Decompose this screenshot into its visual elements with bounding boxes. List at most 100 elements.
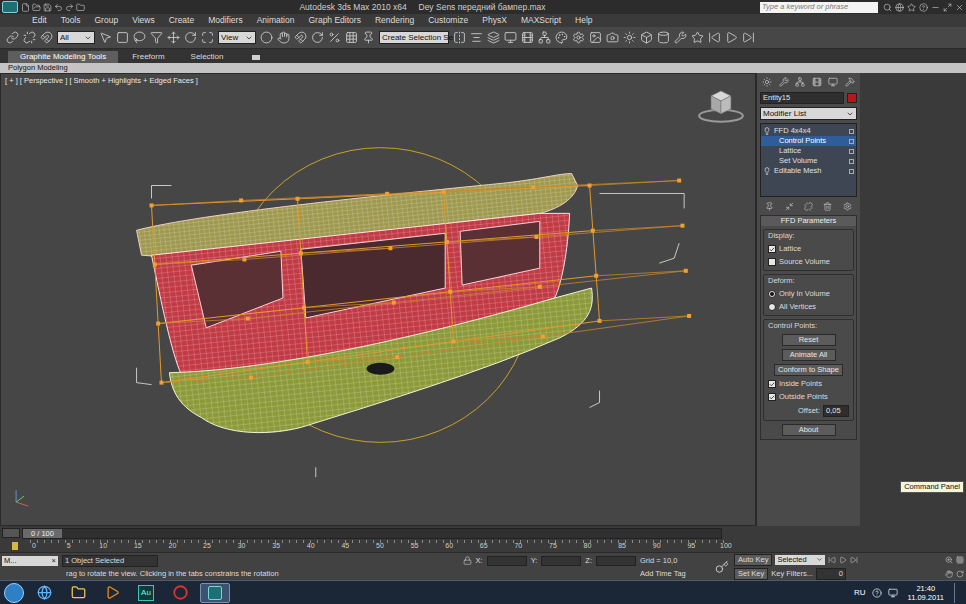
menu-item[interactable]: Animation (257, 15, 295, 26)
curve-editor-icon[interactable] (521, 31, 534, 44)
time-slider-thumb[interactable]: 0 / 100 (23, 529, 62, 538)
mini-curve-editor-icon[interactable] (2, 528, 20, 538)
taskbar-app[interactable] (166, 583, 194, 603)
modifier-stack-item[interactable]: FFD 4x4x4 (761, 126, 856, 136)
orbit-icon[interactable] (956, 570, 964, 578)
time-slider-track[interactable]: 0 / 100 (22, 528, 722, 539)
maxscript-mini-listener[interactable]: M...× (2, 556, 58, 566)
ribbon-toggle-icon[interactable] (504, 31, 517, 44)
set-key-button[interactable]: Set Key (734, 568, 768, 580)
checkbox[interactable] (768, 393, 776, 401)
play-animation-icon[interactable] (839, 556, 847, 564)
show-end-result-icon[interactable] (785, 202, 794, 211)
control-point[interactable] (299, 251, 303, 255)
control-point[interactable] (445, 240, 449, 244)
control-points-option[interactable]: Outside Points (768, 392, 849, 402)
menu-item[interactable]: PhysX (482, 15, 507, 26)
cloth-icon[interactable] (657, 31, 670, 44)
menu-item[interactable]: MAXScript (521, 15, 561, 26)
set-key-icon[interactable] (715, 560, 729, 574)
schematic-view-icon[interactable] (538, 31, 551, 44)
display-option[interactable]: Lattice (768, 244, 849, 254)
add-time-tag[interactable]: Add Time Tag (640, 569, 710, 579)
project-folder-icon[interactable] (76, 3, 85, 12)
control-point[interactable] (150, 203, 154, 207)
control-point[interactable] (385, 192, 389, 196)
control-point[interactable] (531, 185, 535, 189)
viewcube-icon[interactable] (699, 91, 743, 122)
edit-named-selection-icon[interactable] (362, 31, 375, 44)
radio-option[interactable]: Only In Volume (768, 289, 849, 299)
menu-item[interactable]: Modifiers (208, 15, 242, 26)
control-point[interactable] (159, 381, 163, 385)
control-point[interactable] (687, 314, 691, 318)
menu-item[interactable]: Rendering (375, 15, 414, 26)
taskbar-app[interactable] (30, 583, 58, 603)
control-point[interactable] (538, 285, 542, 289)
dropdown-arrow-icon[interactable] (816, 556, 823, 563)
language-indicator[interactable]: RU (854, 587, 866, 599)
rotate-icon[interactable] (184, 31, 197, 44)
viewport-label[interactable]: [ + ] [ Perspective ] [ Smooth + Highlig… (5, 76, 198, 86)
viewport[interactable]: [ + ] [ Perspective ] [ Smooth + Highlig… (0, 73, 756, 526)
opera-icon[interactable] (173, 585, 188, 600)
named-selection-set-dropdown[interactable]: Create Selection Se (379, 31, 449, 44)
ribbon-tab[interactable]: Graphite Modeling Tools (8, 51, 118, 63)
favorites-icon[interactable] (907, 3, 916, 12)
prev-icon[interactable] (708, 31, 721, 44)
auto-key-button[interactable]: Auto Key (734, 554, 772, 566)
media-player-icon[interactable] (105, 585, 120, 600)
material-editor-icon[interactable] (555, 31, 568, 44)
link-icon[interactable] (6, 31, 19, 44)
hierarchy-tab-icon[interactable] (795, 77, 805, 87)
control-points-button[interactable]: Animate All (782, 349, 836, 361)
create-tab-icon[interactable] (762, 77, 772, 87)
control-point[interactable] (594, 274, 598, 278)
open-file-icon[interactable] (32, 3, 41, 12)
control-point[interactable] (534, 235, 538, 239)
layer-manager-icon[interactable] (487, 31, 500, 44)
close-icon[interactable] (955, 3, 964, 12)
control-point[interactable] (541, 335, 545, 339)
taskbar-app[interactable] (98, 583, 126, 603)
menu-item[interactable]: Views (132, 15, 155, 26)
redo-icon[interactable] (65, 3, 74, 12)
3ds-max-icon[interactable] (208, 586, 222, 600)
align-icon[interactable] (470, 31, 483, 44)
menu-item[interactable]: Customize (428, 15, 468, 26)
next-icon[interactable] (742, 31, 755, 44)
modifier-stack-item[interactable]: Control Points (761, 136, 856, 146)
select-icon[interactable] (99, 31, 112, 44)
control-point[interactable] (305, 360, 309, 364)
scale-icon[interactable] (201, 31, 214, 44)
angle-snap-icon[interactable] (311, 31, 324, 44)
zoom-all-icon[interactable] (956, 556, 964, 564)
dropdown-arrow-icon[interactable] (84, 34, 92, 42)
control-point[interactable] (684, 269, 688, 273)
control-point[interactable] (246, 317, 250, 321)
menu-item[interactable]: Tools (61, 15, 81, 26)
control-point[interactable] (452, 339, 456, 343)
spinner-snap-icon[interactable] (345, 31, 358, 44)
control-points-button[interactable]: Conform to Shape (774, 364, 843, 376)
control-point[interactable] (591, 229, 595, 233)
radio-button[interactable] (768, 290, 776, 298)
modifier-list-dropdown[interactable]: Modifier List (760, 107, 857, 120)
audition-icon[interactable]: Au (138, 585, 154, 601)
menu-item[interactable]: Create (169, 15, 195, 26)
ribbon-tab[interactable]: Freeform (120, 51, 176, 63)
key-filters-button[interactable]: Key Filters... (771, 569, 813, 579)
control-point[interactable] (588, 184, 592, 188)
control-point[interactable] (680, 224, 684, 228)
control-point[interactable] (392, 301, 396, 305)
mirror-icon[interactable] (453, 31, 466, 44)
move-icon[interactable] (167, 31, 180, 44)
menu-item[interactable]: Help (575, 15, 592, 26)
control-point[interactable] (677, 179, 681, 183)
ribbon-options-icon[interactable] (252, 55, 260, 60)
manipulate-icon[interactable] (277, 31, 290, 44)
display-tab-icon[interactable] (828, 77, 838, 87)
control-points-button[interactable]: Reset (782, 334, 836, 346)
remove-modifier-icon[interactable] (823, 202, 832, 211)
clock[interactable]: 21:4011.09.2011 (904, 584, 948, 602)
